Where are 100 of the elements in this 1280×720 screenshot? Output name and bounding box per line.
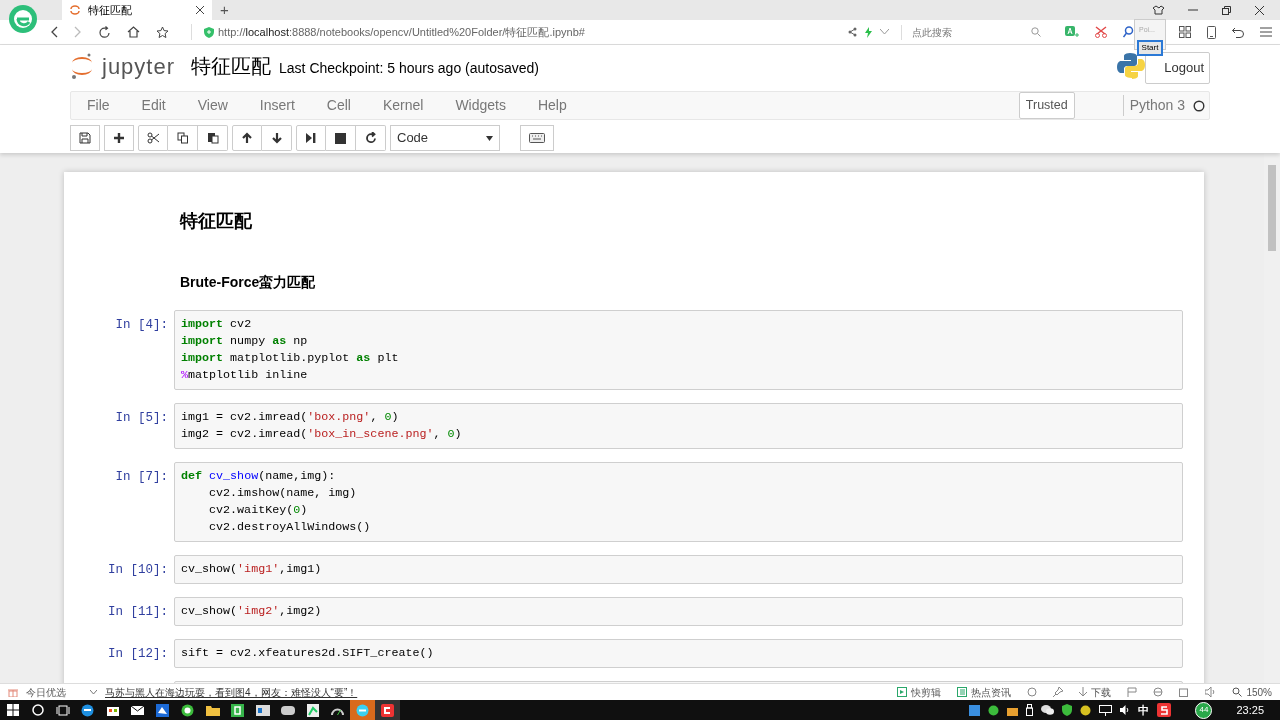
shield-icon[interactable] (1062, 704, 1073, 716)
menu-item[interactable]: File (71, 95, 126, 116)
back-icon[interactable] (50, 26, 58, 38)
share-icon[interactable] (848, 27, 857, 37)
input-method-indicator[interactable]: 中 (1138, 701, 1150, 719)
network-icon[interactable] (1099, 704, 1113, 716)
search-icon[interactable] (31, 704, 44, 716)
folder-icon[interactable] (205, 704, 220, 716)
start-button[interactable]: Start (1136, 39, 1164, 56)
hot-news-label[interactable]: 热点资讯 (971, 684, 1012, 700)
add-cell-button[interactable] (104, 125, 134, 151)
logout-button[interactable]: Logout (1145, 52, 1210, 84)
menu-item[interactable]: Edit (125, 95, 182, 116)
zoom-icon[interactable] (1232, 687, 1243, 697)
window-icon[interactable] (1179, 687, 1190, 697)
clip-label[interactable]: 快剪辑 (911, 684, 942, 700)
notebook-title[interactable]: 特征匹配 (191, 51, 272, 81)
leaf-icon[interactable] (1027, 687, 1038, 697)
menu-item[interactable]: Insert (243, 95, 311, 116)
code-line: cv2.waitKey(0) (208, 502, 309, 519)
code-cell[interactable]: import cv2 import numpy as np import matplotlib.pyplot as plt %matplotlib inline (174, 310, 1183, 390)
today-picks-label[interactable]: 今日优选 (26, 684, 66, 700)
cell-type-dropdown[interactable]: Code (390, 125, 500, 151)
game-icon[interactable] (280, 705, 295, 715)
search-field[interactable]: 点此搜索 (912, 24, 1031, 40)
download-label[interactable]: 下载 (1091, 684, 1112, 700)
grid-icon[interactable] (1179, 26, 1191, 38)
tablet-icon[interactable] (1207, 25, 1216, 39)
close-icon[interactable] (1255, 5, 1264, 15)
keyboard-button[interactable] (520, 125, 554, 151)
code-cell[interactable]: cv_show('img1',img1) (174, 555, 1183, 584)
run-button[interactable] (296, 125, 326, 151)
zoom-level[interactable]: 150% (1246, 684, 1272, 700)
scissors-icon[interactable] (1095, 26, 1107, 38)
chevron-down-icon[interactable] (880, 29, 889, 35)
menu-item[interactable]: View (181, 95, 244, 116)
app-logo-icon[interactable] (381, 703, 394, 717)
stop-button[interactable] (326, 125, 356, 151)
cut-button[interactable] (138, 125, 168, 151)
chart-app-icon[interactable] (306, 703, 319, 717)
tray-app-icon[interactable] (988, 704, 1000, 716)
shirt-icon[interactable] (1153, 5, 1164, 15)
clock[interactable]: 23:25 (1236, 701, 1264, 719)
cell-prompt: In [10]: (107, 562, 169, 579)
browser-app-icon[interactable] (356, 703, 369, 717)
code-cell[interactable]: sift = cv2.xfeatures2d.SIFT_create() (174, 639, 1183, 668)
chevron-down-icon[interactable] (90, 689, 97, 695)
menu-item[interactable]: Help (521, 95, 583, 116)
star-icon[interactable] (156, 25, 169, 39)
code-cell[interactable]: def cv_show(name,img): cv2.imshow(name, img) cv2.waitKey(0) cv2.destroyAllWindows() (174, 462, 1183, 542)
reload-icon[interactable] (98, 25, 111, 39)
app-tile-icon[interactable] (231, 703, 244, 717)
move-up-button[interactable] (232, 125, 262, 151)
menu-icon[interactable] (1260, 27, 1272, 37)
usb-icon[interactable] (1026, 704, 1034, 716)
menu-item[interactable]: Kernel (366, 95, 440, 116)
save-button[interactable] (70, 125, 100, 151)
code-cell[interactable]: img1 = cv2.imread('box.png', 0) img2 = cv2.imread('box_in_scene.png', 0) (174, 403, 1183, 449)
code-line: def cv_show(name,img): (181, 468, 337, 485)
restart-button[interactable] (356, 125, 386, 151)
chat-app-icon[interactable] (181, 703, 194, 717)
magnifier-icon[interactable] (1123, 26, 1134, 38)
undo-icon[interactable] (1232, 26, 1244, 38)
close-icon[interactable] (196, 6, 204, 14)
new-tab-button[interactable]: + (220, 0, 229, 20)
bird-icon[interactable] (156, 703, 169, 717)
tray-app-icon[interactable] (1080, 704, 1092, 716)
pin-icon[interactable] (1053, 687, 1064, 697)
browser-icon[interactable] (1153, 687, 1164, 697)
menu-item[interactable]: Cell (310, 95, 367, 116)
code-cell[interactable]: cv_show('img2',img2) (174, 597, 1183, 626)
trusted-indicator[interactable]: Trusted (1018, 92, 1075, 119)
clip-icon[interactable] (897, 687, 908, 697)
copy-button[interactable] (168, 125, 198, 151)
browser-tab[interactable]: 特征匹配 (62, 0, 212, 20)
store-icon[interactable] (106, 704, 119, 716)
code-line: cv2.destroyAllWindows() (208, 519, 372, 536)
mail-icon[interactable] (131, 705, 144, 715)
menu-item[interactable]: Widgets (439, 95, 522, 116)
id-card-icon[interactable] (255, 704, 270, 716)
task-view-icon[interactable] (55, 704, 70, 716)
translate-icon[interactable] (1065, 25, 1079, 39)
move-down-button[interactable] (262, 125, 292, 151)
tray-app-icon[interactable] (969, 704, 981, 716)
news-icon[interactable] (957, 687, 968, 697)
windows-start-icon[interactable] (6, 704, 19, 716)
download-icon[interactable] (1079, 687, 1088, 697)
news-link[interactable]: 马苏与黑人在海边玩耍，看到图4，网友：难怪没人“要”！ (105, 684, 358, 700)
address-field[interactable]: http://localhost:8888/notebooks/opencv/Untitled%20Folder/特征匹配.ipynb# (218, 23, 585, 41)
plus-icon (113, 132, 125, 144)
stop-icon (335, 132, 346, 144)
checkpoint-text: Last Checkpoint: 5 hours ago (autosaved) (279, 58, 539, 78)
speaker-icon[interactable] (1205, 687, 1217, 697)
sogou-icon[interactable] (1160, 705, 1169, 715)
paste-button[interactable] (198, 125, 228, 151)
home-icon[interactable] (127, 26, 140, 38)
wechat-icon[interactable] (1041, 705, 1055, 715)
volume-icon[interactable] (1120, 705, 1131, 715)
edge-icon[interactable] (81, 703, 94, 717)
restore-icon[interactable] (1222, 5, 1231, 15)
